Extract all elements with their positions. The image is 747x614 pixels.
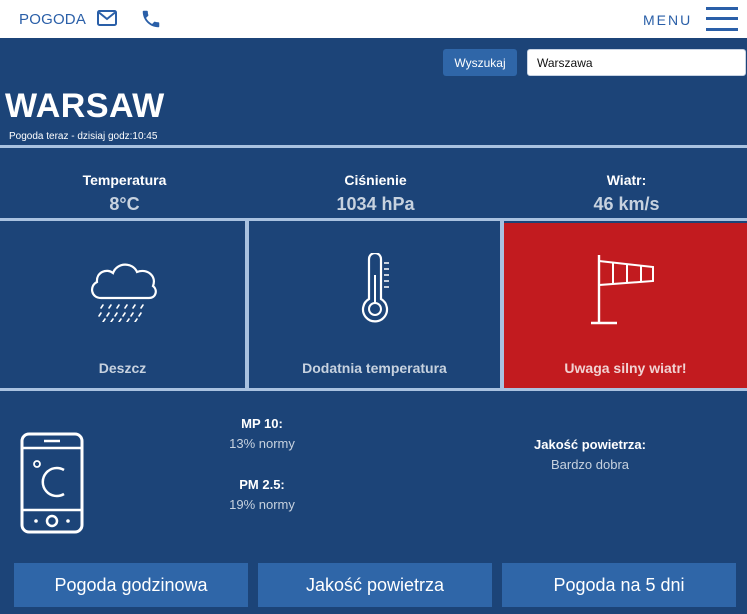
air-quality-button[interactable]: Jakość powietrza <box>258 563 492 607</box>
stat-value: 46 km/s <box>593 194 660 214</box>
tile-caption: Uwaga silny wiatr! <box>564 360 687 376</box>
tile-caption: Deszcz <box>98 360 147 376</box>
stat-wind: Wiatr: 46 km/s <box>502 172 747 215</box>
stat-value: 8°C <box>109 194 140 214</box>
stat-label: Wiatr: <box>606 172 647 188</box>
air-quality-value: Bardzo dobra <box>550 457 630 472</box>
top-bar: POGODA MENU <box>0 0 747 38</box>
search-input[interactable] <box>527 49 746 76</box>
brand-link[interactable]: POGODA <box>19 11 86 28</box>
stat-label: Ciśnienie <box>344 172 407 188</box>
city-title: WARSAW <box>5 87 165 125</box>
pm10-value: 13% normy <box>229 436 295 451</box>
tile-wind-warning: Uwaga silny wiatr! <box>504 223 747 388</box>
air-quality-label: Jakość powietrza: <box>534 437 646 452</box>
current-time-subtitle: Pogoda teraz - dzisiaj godz:10:45 <box>9 131 158 142</box>
pm10-label: MP 10: <box>241 416 283 431</box>
five-day-forecast-button[interactable]: Pogoda na 5 dni <box>502 563 736 607</box>
divider <box>0 145 747 148</box>
tile-caption: Dodatnia temperatura <box>302 360 447 376</box>
phone-icon[interactable] <box>140 8 162 30</box>
stat-pressure: Ciśnienie 1034 hPa <box>251 172 500 215</box>
rain-cloud-icon <box>90 263 157 322</box>
stat-value: 1034 hPa <box>336 194 415 214</box>
thermometer-icon <box>361 253 389 323</box>
search-button[interactable]: Wyszukaj <box>443 49 517 76</box>
hourly-weather-button[interactable]: Pogoda godzinowa <box>14 563 248 607</box>
pm25-label: PM 2.5: <box>239 477 285 492</box>
stat-temperature: Temperatura 8°C <box>0 172 249 215</box>
pm25-block: PM 2.5: 19% normy <box>212 477 312 512</box>
windsock-icon <box>590 255 654 325</box>
menu-label[interactable]: MENU <box>643 12 692 28</box>
hamburger-icon[interactable] <box>706 6 738 32</box>
tile-rain: Deszcz <box>0 223 245 388</box>
stat-label: Temperatura <box>82 172 167 188</box>
air-quality-block: Jakość powietrza: Bardzo dobra <box>510 437 670 472</box>
pm10-block: MP 10: 13% normy <box>212 416 312 451</box>
tile-temperature: Dodatnia temperatura <box>249 223 500 388</box>
phone-celsius-icon <box>20 432 84 534</box>
divider <box>0 218 747 221</box>
mail-icon[interactable] <box>97 9 117 27</box>
divider <box>0 388 747 391</box>
pm25-value: 19% normy <box>229 497 295 512</box>
